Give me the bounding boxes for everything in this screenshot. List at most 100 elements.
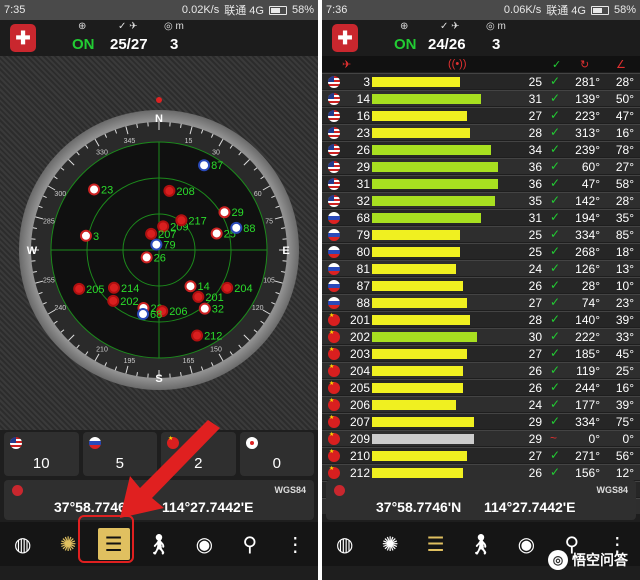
elevation-value: 13°	[615, 262, 634, 276]
location-pin-icon	[12, 485, 23, 496]
satellite-prn-label: 204	[234, 283, 252, 295]
table-row[interactable]: 88 27 ✓ 74° 23°	[322, 294, 640, 310]
us-flag-icon	[328, 178, 340, 190]
app-logo[interactable]: ✚	[10, 24, 36, 52]
signal-bar	[372, 77, 460, 87]
ru-flag-icon	[328, 229, 340, 241]
prn-value: 207	[349, 415, 370, 429]
table-row[interactable]: 209 29 ~0° 0°	[322, 430, 640, 446]
carrier-label: 联通 4G	[546, 5, 586, 17]
table-row[interactable]: 87 26 ✓ 28° 10°	[322, 277, 640, 293]
elevation-value: 18°	[615, 245, 634, 259]
table-row[interactable]: 29 36 ✓ 60° 27°	[322, 158, 640, 174]
elevation-value: 35°	[615, 211, 634, 225]
signal-bars-nav-icon[interactable]: ☰	[420, 528, 452, 560]
table-row[interactable]: 14 31 ✓ 139° 50°	[322, 90, 640, 106]
azimuth-value: 313°	[575, 126, 600, 140]
table-row[interactable]: 16 27 ✓ 223° 47°	[322, 107, 640, 123]
satellite-marker-us[interactable]	[198, 302, 211, 315]
satellite-marker-cn[interactable]	[192, 290, 205, 303]
satellite-marker-cn[interactable]	[191, 329, 204, 342]
azimuth-value: 126°	[575, 262, 600, 276]
table-row[interactable]: 80 25 ✓ 268° 18°	[322, 243, 640, 259]
satellite-marker-us[interactable]	[79, 229, 92, 242]
overflow-menu-icon[interactable]: ⋮	[279, 528, 311, 560]
right-phone-screen: 7:36 0.06K/s 联通 4G 58% ✚ ⊕ ✓ ✈ ◎ m ON 24…	[322, 0, 640, 580]
table-row[interactable]: 3 25 ✓ 281° 28°	[322, 73, 640, 89]
satellite-marker-cn[interactable]	[107, 281, 120, 294]
compass-tick	[136, 123, 138, 128]
satellite-marker-us[interactable]	[184, 280, 197, 293]
table-row[interactable]: 68 31 ✓ 194° 35°	[322, 209, 640, 225]
table-row[interactable]: 201 28 ✓ 140° 39°	[322, 311, 640, 327]
table-row[interactable]: 207 29 ✓ 334° 75°	[322, 413, 640, 429]
used-check-icon: ✓	[550, 74, 561, 88]
longitude-value: 114°27.7442'E	[484, 499, 576, 515]
table-row[interactable]: 31 36 ✓ 47° 58°	[322, 175, 640, 191]
satellite-marker-ru[interactable]	[137, 308, 150, 321]
snr-value: 27	[528, 347, 542, 361]
globe-nav-icon[interactable]: ◉	[510, 528, 542, 560]
satellite-marker-cn[interactable]	[73, 282, 86, 295]
us-flag-icon	[328, 161, 340, 173]
globe-nav-icon[interactable]: ◉	[188, 528, 220, 560]
constellation-box-gps[interactable]: 10	[4, 432, 79, 476]
satellite-marker-cn[interactable]	[175, 214, 188, 227]
compass-tick-label: 15	[185, 138, 193, 145]
sky-radar[interactable]: 15 30 60 75 105 120 150 165 195 210 240 255 285 300 33…	[0, 56, 318, 430]
satellite-marker-us[interactable]	[140, 251, 153, 264]
prn-value: 80	[356, 245, 370, 259]
azimuth-value: 140°	[575, 313, 600, 327]
satellite-marker-cn[interactable]	[221, 281, 234, 294]
table-row[interactable]: 202 30 ✓ 222° 33°	[322, 328, 640, 344]
us-flag-icon	[328, 195, 340, 207]
used-check-icon: ✓	[550, 244, 561, 258]
table-row[interactable]: 81 24 ✓ 126° 13°	[322, 260, 640, 276]
signal-bar	[372, 417, 474, 427]
status-right: 0.02K/s 联通 4G 58%	[182, 2, 314, 18]
map-pin-nav-icon[interactable]: ⚲	[234, 528, 266, 560]
prn-value: 206	[349, 398, 370, 412]
compass-nav-icon[interactable]: ◍	[7, 528, 39, 560]
walking-nav-icon[interactable]: 🚶︎	[465, 528, 497, 560]
table-row[interactable]: 32 35 ✓ 142° 28°	[322, 192, 640, 208]
radar-nav-icon[interactable]: ✺	[374, 528, 406, 560]
table-row[interactable]: 204 26 ✓ 119° 25°	[322, 362, 640, 378]
satellite-marker-us[interactable]	[88, 183, 101, 196]
cn-flag-icon	[328, 414, 340, 428]
satellite-marker-cn[interactable]	[163, 184, 176, 197]
snr-value: 25	[528, 245, 542, 259]
table-row[interactable]: 210 27 ✓ 271° 56°	[322, 447, 640, 463]
prn-value: 210	[349, 449, 370, 463]
constellation-box-qzss[interactable]: 0	[239, 432, 314, 476]
azimuth-value: 142°	[575, 194, 600, 208]
satellite-marker-cn[interactable]	[107, 294, 120, 307]
unused-dash-icon: ~	[550, 431, 558, 445]
table-row[interactable]: 23 28 ✓ 313° 16°	[322, 124, 640, 140]
satellite-marker-ru[interactable]	[230, 221, 243, 234]
prn-value: 87	[356, 279, 370, 293]
satellite-marker-us[interactable]	[210, 227, 223, 240]
satellite-marker-ru[interactable]	[198, 159, 211, 172]
table-row[interactable]: 203 27 ✓ 185° 45°	[322, 345, 640, 361]
satellite-marker-us[interactable]	[218, 206, 231, 219]
compass-nav-icon[interactable]: ◍	[329, 528, 361, 560]
app-logo[interactable]: ✚	[332, 24, 358, 52]
table-row[interactable]: 212 26 ✓ 156° 12°	[322, 464, 640, 480]
walking-nav-icon[interactable]: 🚶︎	[143, 528, 175, 560]
accuracy-value: 3	[492, 36, 501, 53]
table-row[interactable]: 79 25 ✓ 334° 85°	[322, 226, 640, 242]
signal-bar	[372, 145, 491, 155]
carrier-label: 联通 4G	[224, 5, 264, 17]
east-label: E	[282, 245, 289, 257]
latitude-value: 37°58.7746'N	[376, 499, 462, 515]
accuracy-value: 3	[170, 36, 179, 53]
compass-tick	[281, 271, 286, 273]
azimuth-value: 177°	[575, 398, 600, 412]
table-row[interactable]: 205 26 ✓ 244° 16°	[322, 379, 640, 395]
satellite-marker-ru[interactable]	[150, 238, 163, 251]
satellite-icon: ✓ ✈	[118, 21, 138, 32]
table-row[interactable]: 26 34 ✓ 239° 78°	[322, 141, 640, 157]
table-row[interactable]: 206 24 ✓ 177° 39°	[322, 396, 640, 412]
satellite-marker-cn[interactable]	[145, 227, 158, 240]
